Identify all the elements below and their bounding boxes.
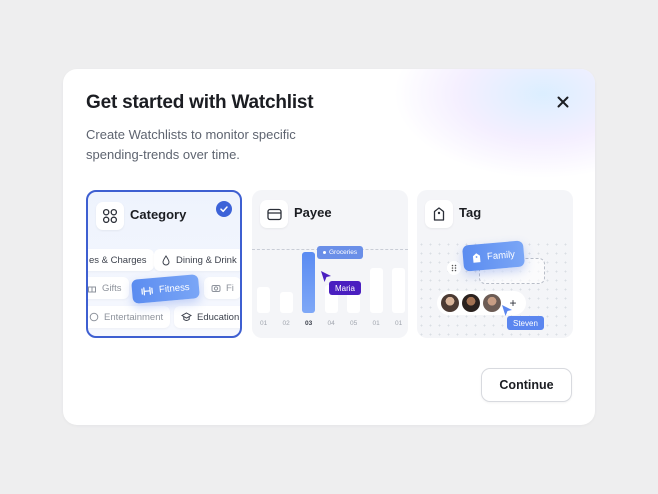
continue-button[interactable]: Continue [481,368,572,402]
steven-cursor-label: Steven [507,316,544,330]
drop-icon [162,254,170,265]
checkmark-icon [216,201,232,217]
option-label-category: Category [130,207,187,222]
option-card-category[interactable]: Category es & Charges Dining & Drink Gif… [86,190,242,338]
category-chip: Entertainment [88,306,171,328]
payee-bar [302,252,315,313]
payee-bar-label: 01 [260,320,268,327]
payee-bar-label: 02 [282,320,290,327]
payee-bar [279,292,293,313]
background-glow [393,69,595,179]
payee-bar-label: 05 [350,320,358,327]
payee-bar [369,268,383,313]
payee-bar-label: 03 [305,320,313,327]
avatar [441,294,459,312]
family-tag: Family [461,240,526,272]
drag-handle-icon [447,261,461,275]
dialog-description: Create Watchlists to monitor specific sp… [86,127,296,162]
option-label-tag: Tag [459,205,482,220]
category-chip: Fi [204,277,240,299]
payee-bar-label: 01 [395,320,403,327]
tag-icon [425,200,453,228]
close-button[interactable] [552,91,574,113]
maria-cursor-label: Maria [329,281,362,295]
close-icon [557,96,569,108]
category-chip: Dining & Drink [154,249,240,271]
option-card-payee[interactable]: Payee 01 02 03 04 05 01 01 Groceries Maria [252,190,408,338]
tag-icon [472,252,481,263]
payee-bar-label: 04 [327,320,335,327]
watchlist-dialog: Get started with Watchlist Create Watchl… [63,69,595,425]
camera-icon [211,285,221,292]
fitness-tag: Fitness [131,274,200,304]
grid-icon [96,202,124,230]
payee-bar [257,287,270,313]
avatar [462,294,480,312]
option-card-tag[interactable]: Tag Family + Steven [417,190,573,338]
category-chip: Education [174,306,240,328]
dialog-title: Get started with Watchlist [86,92,314,113]
gift-icon [88,286,96,293]
groceries-label: Groceries [317,246,364,259]
payee-bar-label: 01 [372,320,380,327]
category-chip: es & Charges [88,249,154,271]
ticket-icon [89,312,99,322]
card-icon [260,200,288,228]
avatar [483,294,501,312]
option-label-payee: Payee [294,205,332,220]
payee-bar [392,268,405,313]
fitness-icon [141,286,153,295]
category-chip: Gifts [88,277,129,299]
graduation-cap-icon [181,312,192,321]
